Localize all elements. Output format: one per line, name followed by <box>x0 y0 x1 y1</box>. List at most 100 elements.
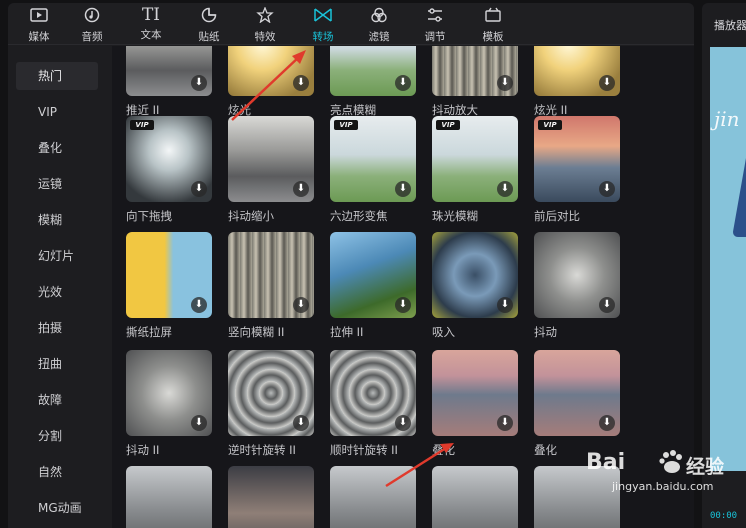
category-item[interactable]: 光效 <box>16 278 98 306</box>
transition-thumbnail[interactable]: ⬇ <box>330 46 416 96</box>
download-icon[interactable]: ⬇ <box>599 297 615 313</box>
transition-card[interactable]: ⬇ 亮点模糊 <box>330 46 420 118</box>
download-icon[interactable]: ⬇ <box>191 181 207 197</box>
transition-thumbnail[interactable]: VIP ⬇ <box>432 116 518 202</box>
text-icon: TI <box>141 5 161 25</box>
download-icon[interactable]: ⬇ <box>599 415 615 431</box>
download-icon[interactable]: ⬇ <box>395 415 411 431</box>
transition-thumbnail[interactable]: ⬇ <box>432 232 518 318</box>
transition-card[interactable]: ⬇ 逆时针旋转 II <box>228 350 318 458</box>
tool-sticker[interactable]: 贴纸 <box>186 5 232 45</box>
category-item[interactable]: 拍摄 <box>16 314 98 342</box>
download-icon[interactable]: ⬇ <box>293 75 309 91</box>
category-item[interactable]: MG动画 <box>16 494 98 522</box>
download-icon[interactable]: ⬇ <box>497 415 513 431</box>
transition-card[interactable]: VIP ⬇ 前后对比 <box>534 116 624 224</box>
transition-card[interactable]: ⬇ 顺时针旋转 II <box>330 350 420 458</box>
filter-icon <box>356 7 402 27</box>
transition-thumbnail[interactable]: ⬇ <box>228 116 314 202</box>
tool-media[interactable]: 媒体 <box>16 5 62 45</box>
tool-template[interactable]: 模板 <box>470 5 516 45</box>
download-icon[interactable]: ⬇ <box>191 297 207 313</box>
download-icon[interactable]: ⬇ <box>293 297 309 313</box>
category-item[interactable]: 叠化 <box>16 134 98 162</box>
transition-card[interactable] <box>432 466 522 528</box>
download-icon[interactable]: ⬇ <box>191 415 207 431</box>
transition-thumbnail[interactable] <box>330 466 416 528</box>
category-item[interactable]: 幻灯片 <box>16 242 98 270</box>
transition-thumbnail[interactable]: ⬇ <box>330 232 416 318</box>
tool-filter[interactable]: 滤镜 <box>356 5 402 45</box>
transition-card[interactable]: ⬇ 推近 II <box>126 46 216 118</box>
transition-thumbnail[interactable]: VIP ⬇ <box>126 116 212 202</box>
download-icon[interactable]: ⬇ <box>293 415 309 431</box>
transition-thumbnail[interactable]: ⬇ <box>432 46 518 96</box>
category-item[interactable]: 自然 <box>16 458 98 486</box>
transition-thumbnail[interactable]: VIP ⬇ <box>534 116 620 202</box>
transition-thumbnail[interactable]: ⬇ <box>534 232 620 318</box>
transition-thumbnail[interactable]: ⬇ <box>126 46 212 96</box>
transition-thumbnail[interactable]: ⬇ <box>432 350 518 436</box>
category-item[interactable]: 分割 <box>16 422 98 450</box>
tool-audio[interactable]: 音频 <box>69 5 115 45</box>
download-icon[interactable]: ⬇ <box>293 181 309 197</box>
transition-thumbnail[interactable]: VIP ⬇ <box>330 116 416 202</box>
transition-card[interactable] <box>126 466 216 528</box>
transition-thumbnail[interactable]: ⬇ <box>330 350 416 436</box>
media-icon <box>16 7 62 27</box>
watermark-logo-text: Bai <box>586 450 626 475</box>
vip-badge: VIP <box>436 120 460 130</box>
baidu-jingyan-watermark: Bai 经验 jingyan.baidu.com <box>586 448 746 528</box>
transition-card[interactable]: VIP ⬇ 六边形变焦 <box>330 116 420 224</box>
tool-label: 特效 <box>254 31 276 43</box>
transition-thumbnail[interactable] <box>126 466 212 528</box>
category-item[interactable]: 模糊 <box>16 206 98 234</box>
tool-label: 音频 <box>81 31 103 43</box>
transition-card[interactable]: VIP ⬇ 向下拖拽 <box>126 116 216 224</box>
transition-card[interactable]: ⬇ 撕纸拉屏 <box>126 232 216 340</box>
transition-card[interactable]: ⬇ 叠化 <box>432 350 522 458</box>
download-icon[interactable]: ⬇ <box>395 181 411 197</box>
transition-thumbnail[interactable]: ⬇ <box>228 232 314 318</box>
transition-thumbnail[interactable]: ⬇ <box>228 46 314 96</box>
transition-card[interactable]: ⬇ 抖动缩小 <box>228 116 318 224</box>
category-item[interactable]: 运镜 <box>16 170 98 198</box>
download-icon[interactable]: ⬇ <box>497 297 513 313</box>
transition-thumbnail[interactable] <box>432 466 518 528</box>
transition-card[interactable]: VIP ⬇ 珠光模糊 <box>432 116 522 224</box>
transition-card[interactable]: ⬇ 抖动放大 <box>432 46 522 118</box>
transition-thumbnail[interactable]: ⬇ <box>534 350 620 436</box>
transition-card[interactable] <box>330 466 420 528</box>
download-icon[interactable]: ⬇ <box>599 75 615 91</box>
transition-card[interactable]: ⬇ 炫光 <box>228 46 318 118</box>
transition-card[interactable]: ⬇ 炫光 II <box>534 46 624 118</box>
transition-card[interactable]: ⬇ 叠化 <box>534 350 624 458</box>
transition-thumbnail[interactable]: ⬇ <box>228 350 314 436</box>
transition-card[interactable] <box>228 466 318 528</box>
category-item[interactable]: 扭曲 <box>16 350 98 378</box>
download-icon[interactable]: ⬇ <box>395 75 411 91</box>
download-icon[interactable]: ⬇ <box>497 181 513 197</box>
transition-card[interactable]: ⬇ 吸入 <box>432 232 522 340</box>
vip-badge: VIP <box>334 120 358 130</box>
category-item[interactable]: VIP <box>16 98 98 126</box>
download-icon[interactable]: ⬇ <box>395 297 411 313</box>
transition-thumbnail[interactable]: ⬇ <box>126 350 212 436</box>
transition-thumbnail[interactable] <box>228 466 314 528</box>
tool-transition[interactable]: 转场 <box>300 5 346 45</box>
tool-text[interactable]: TI 文本 <box>128 5 174 45</box>
download-icon[interactable]: ⬇ <box>191 75 207 91</box>
transition-card[interactable]: ⬇ 抖动 II <box>126 350 216 458</box>
transition-thumbnail[interactable]: ⬇ <box>534 46 620 96</box>
transition-card[interactable]: ⬇ 拉伸 II <box>330 232 420 340</box>
player-preview[interactable]: jin <box>710 47 746 471</box>
transition-thumbnail[interactable]: ⬇ <box>126 232 212 318</box>
tool-effects[interactable]: 特效 <box>242 5 288 45</box>
download-icon[interactable]: ⬇ <box>599 181 615 197</box>
download-icon[interactable]: ⬇ <box>497 75 513 91</box>
category-item[interactable]: 热门 <box>16 62 98 90</box>
transition-card[interactable]: ⬇ 抖动 <box>534 232 624 340</box>
category-item[interactable]: 故障 <box>16 386 98 414</box>
tool-adjust[interactable]: 调节 <box>412 5 458 45</box>
transition-card[interactable]: ⬇ 竖向模糊 II <box>228 232 318 340</box>
